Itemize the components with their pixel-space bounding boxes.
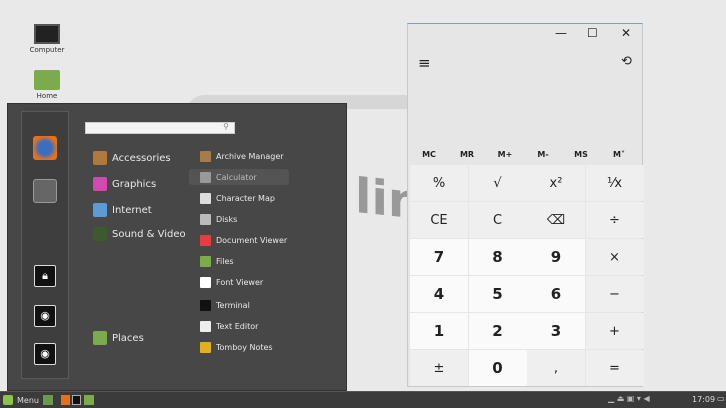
memory-button-5[interactable]: M˅ [600,150,638,159]
favorites-sidebar: 🔒︎ ◉ ◉ [21,111,69,379]
key-4-2[interactable]: 3 [527,313,585,349]
key-1-2[interactable]: ⌫ [527,202,585,238]
key-1-3[interactable]: ÷ [585,202,644,238]
internet-icon [93,203,107,217]
terminal-launcher-icon[interactable] [72,395,81,405]
app-text-editor[interactable]: Text Editor [189,318,289,334]
maximize-button[interactable]: ☐ [587,26,598,40]
files-launcher-icon[interactable] [84,395,94,405]
tray-icons[interactable]: ▁ ⏏ ▣ ▾ ◀ [608,394,650,403]
firefox-icon[interactable] [33,136,57,160]
key-3-3[interactable]: − [585,276,644,312]
calculator-window: — ☐ ✕ ≡ ⟲ MC MR M+ M- MS M˅ % √ x² ⅟x CE C ⌫ ÷ 7 8 9 × 4 5… [407,23,644,387]
key-5-0[interactable]: ± [410,350,468,386]
app-icon [200,150,211,162]
category-graphics[interactable]: Graphics [93,176,156,192]
key-5-1[interactable]: 0 [468,350,527,386]
key-3-1[interactable]: 5 [468,276,527,312]
menu-button[interactable]: Menu [3,395,39,405]
key-4-3[interactable]: + [585,313,644,349]
key-5-3[interactable]: = [585,350,644,386]
app-tomboy-notes[interactable]: Tomboy Notes [189,339,289,355]
app-icon [200,234,211,246]
category-accessories[interactable]: Accessories [93,150,171,166]
search-input[interactable]: ⚲ [85,122,235,134]
app-icon [200,320,211,332]
app-icon [200,341,211,353]
memory-button-1[interactable]: MR [448,150,486,159]
notification-icon[interactable]: ▭ [717,394,725,403]
desktop-icon-computer[interactable]: Computer [22,24,72,54]
start-menu: 🔒︎ ◉ ◉ ⚲ Accessories Graphics Internet S… [7,103,347,391]
key-4-0[interactable]: 1 [410,313,468,349]
taskbar: Menu ▁ ⏏ ▣ ▾ ◀ 17:09 ▭ [0,391,726,408]
app-icon [200,171,211,183]
history-icon[interactable]: ⟲ [621,54,632,69]
category-places[interactable]: Places [93,330,144,346]
folder-icon [93,331,107,345]
memory-button-3[interactable]: M- [524,150,562,159]
app-icon [200,276,211,288]
key-3-2[interactable]: 6 [527,276,585,312]
desktop-icon-home[interactable]: Home [22,70,72,100]
close-button[interactable]: ✕ [621,26,631,40]
app-icon [200,213,211,225]
mint-icon [3,395,13,405]
memory-button-2[interactable]: M+ [486,150,524,159]
key-0-2[interactable]: x² [527,165,585,201]
sound-video-icon [93,227,107,241]
app-font-viewer[interactable]: Font Viewer [189,274,289,290]
key-0-1[interactable]: √ [468,165,527,201]
search-icon: ⚲ [223,122,229,131]
category-internet[interactable]: Internet [93,202,152,218]
key-0-3[interactable]: ⅟x [585,165,644,201]
computer-icon [34,24,60,44]
key-1-1[interactable]: C [468,202,527,238]
app-disks[interactable]: Disks [189,211,289,227]
key-2-3[interactable]: × [585,239,644,275]
memory-button-0[interactable]: MC [410,150,448,159]
key-1-0[interactable]: CE [410,202,468,238]
app-terminal[interactable]: Terminal [189,297,289,313]
key-3-0[interactable]: 4 [410,276,468,312]
home-folder-icon [34,70,60,90]
hamburger-menu-icon[interactable]: ≡ [418,54,431,72]
app-icon [200,255,211,267]
settings-icon[interactable] [33,179,57,203]
app-document-viewer[interactable]: Document Viewer [189,232,289,248]
show-desktop-icon[interactable] [43,395,53,405]
key-2-1[interactable]: 8 [468,239,527,275]
app-character-map[interactable]: Character Map [189,190,289,206]
shutdown-button[interactable]: ◉ [34,343,56,365]
graphics-icon [93,177,107,191]
app-archive-manager[interactable]: Archive Manager [189,148,289,164]
minimize-button[interactable]: — [555,26,567,40]
key-0-0[interactable]: % [410,165,468,201]
key-4-1[interactable]: 2 [468,313,527,349]
key-2-0[interactable]: 7 [410,239,468,275]
key-5-2[interactable]: , [527,350,585,386]
key-2-2[interactable]: 9 [527,239,585,275]
firefox-launcher-icon[interactable] [61,395,70,405]
app-icon [200,299,211,311]
logout-button[interactable]: ◉ [34,305,56,327]
app-files[interactable]: Files [189,253,289,269]
clock[interactable]: 17:09 [692,395,715,404]
app-icon [200,192,211,204]
lock-screen-button[interactable]: 🔒︎ [34,265,56,287]
category-sound-video[interactable]: Sound & Video [93,226,186,242]
memory-button-4[interactable]: MS [562,150,600,159]
app-calculator[interactable]: Calculator [189,169,289,185]
accessories-icon [93,151,107,165]
